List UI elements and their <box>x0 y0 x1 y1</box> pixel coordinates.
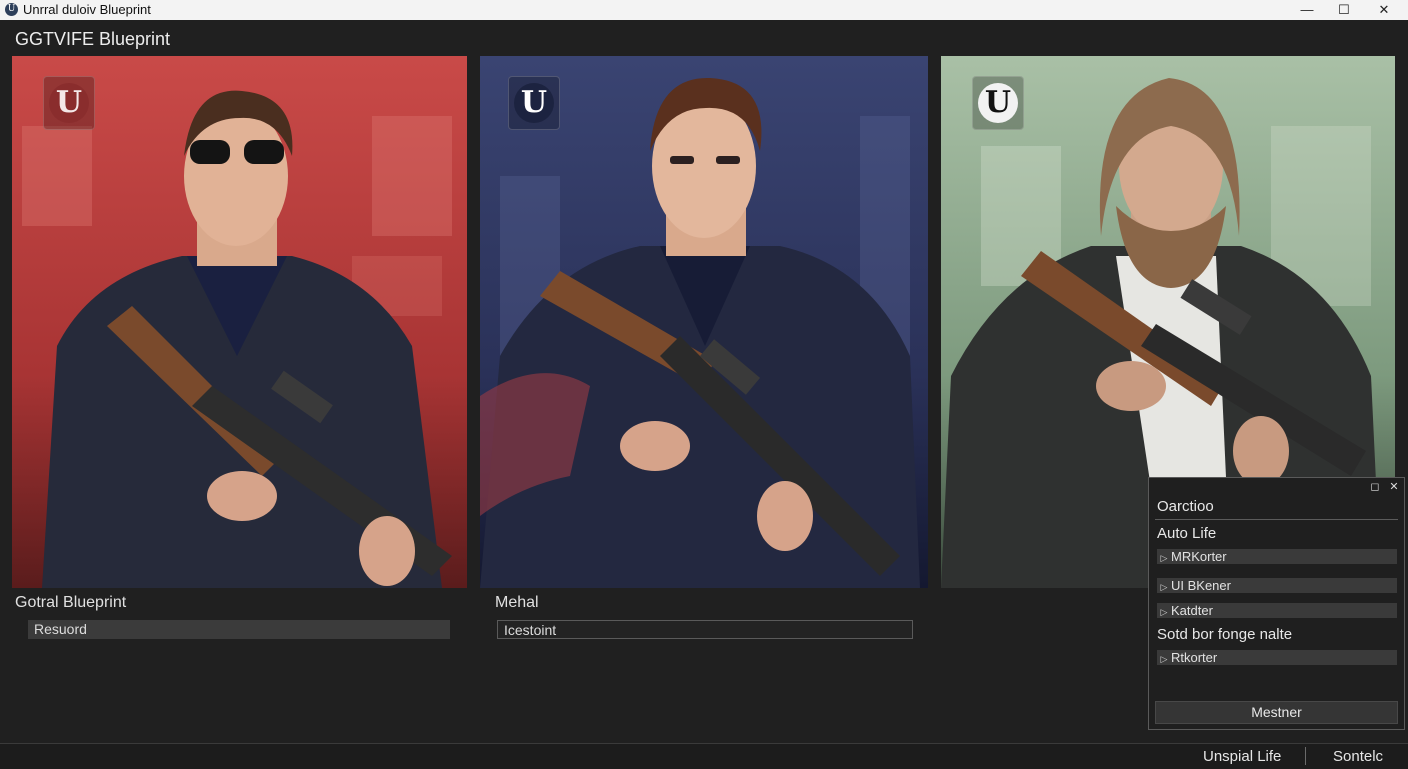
unreal-logo-icon: U <box>43 76 95 130</box>
panel-row-label: UI BKener <box>1171 578 1231 593</box>
status-left[interactable]: Unspial Life <box>1203 748 1281 765</box>
minimize-button[interactable]: — <box>1287 0 1327 20</box>
unreal-logo-glyph: U <box>49 83 89 123</box>
card-2-label: Mehal <box>495 594 539 611</box>
character-portrait-2 <box>480 56 928 588</box>
panel-row[interactable]: ▷ Rtkorter <box>1157 650 1397 665</box>
card-1-field[interactable]: Resuord <box>28 620 450 639</box>
page-title: GGTVIFE Blueprint <box>15 29 171 49</box>
panel-divider <box>1155 519 1398 520</box>
expand-arrow-icon[interactable]: ▷ <box>1157 652 1171 667</box>
mestner-button[interactable]: Mestner <box>1155 701 1398 724</box>
card-2-field[interactable]: Icestoint <box>497 620 913 639</box>
panel-row-label: Katdter <box>1171 603 1213 618</box>
card-1-label: Gotral Blueprint <box>15 594 127 611</box>
app-icon: U <box>5 3 18 16</box>
expand-arrow-icon[interactable]: ▷ <box>1157 580 1171 595</box>
maximize-button[interactable]: ☐ <box>1324 0 1364 20</box>
panel-section-sotd: Sotd bor fonge nalte <box>1157 626 1293 643</box>
close-button[interactable]: ✕ <box>1364 0 1404 20</box>
unreal-logo-icon: U <box>508 76 560 130</box>
panel-row[interactable]: ▷ MRKorter <box>1157 549 1397 564</box>
panel-row-label: MRKorter <box>1171 549 1227 564</box>
status-divider <box>1305 747 1306 765</box>
panel-row[interactable]: ▷ UI BKener <box>1157 578 1397 593</box>
panel-section-auto-life: Auto Life <box>1157 525 1217 542</box>
panel-title: Oarctioo <box>1157 498 1214 515</box>
status-bar: Unspial Life Sontelc <box>0 743 1408 769</box>
expand-arrow-icon[interactable]: ▷ <box>1157 605 1171 620</box>
window-title: Unrral duloiv Blueprint <box>23 2 151 17</box>
options-panel: ◻ ✕ Oarctioo Auto Life ▷ MRKorter ▷ UI BKe… <box>1148 477 1405 730</box>
status-right[interactable]: Sontelc <box>1333 748 1383 765</box>
panel-row[interactable]: ▷ Katdter <box>1157 603 1397 618</box>
unreal-logo-glyph: U <box>978 83 1018 123</box>
character-card-2[interactable]: U <box>480 56 928 588</box>
panel-close-button[interactable]: ✕ <box>1387 480 1401 493</box>
expand-arrow-icon[interactable]: ▷ <box>1157 551 1171 566</box>
character-portrait-1 <box>12 56 467 588</box>
window-titlebar: U Unrral duloiv Blueprint — ☐ ✕ <box>0 0 1408 20</box>
panel-restore-button[interactable]: ◻ <box>1368 480 1382 493</box>
panel-row-label: Rtkorter <box>1171 650 1218 665</box>
unreal-logo-glyph: U <box>514 83 554 123</box>
character-card-1[interactable]: U <box>12 56 467 588</box>
unreal-logo-icon: U <box>972 76 1024 130</box>
